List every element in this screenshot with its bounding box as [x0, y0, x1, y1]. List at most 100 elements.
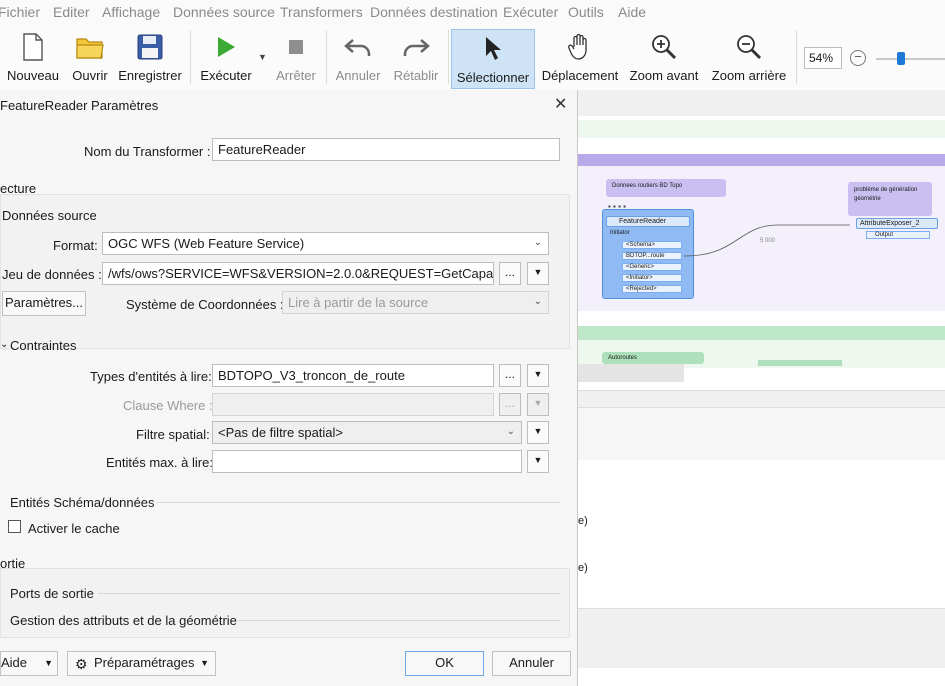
redo-button[interactable]: Rétablir: [390, 28, 442, 86]
undo-button[interactable]: Annuler: [332, 28, 384, 86]
spatial-filter-label: Filtre spatial:: [136, 427, 210, 442]
new-button[interactable]: Nouveau: [6, 28, 60, 86]
folder-icon: [76, 38, 104, 59]
cancel-button[interactable]: Annuler: [492, 651, 571, 676]
zoom-level-field[interactable]: 54%: [804, 47, 842, 69]
zoom-slider-track[interactable]: [876, 58, 945, 60]
max-menu-button[interactable]: ▼: [527, 450, 549, 473]
dataset-browse-button[interactable]: ...: [499, 262, 521, 285]
stop-button[interactable]: Arrêter: [272, 28, 320, 86]
menu-editer[interactable]: Editer: [53, 4, 90, 20]
transformer-name-input[interactable]: FeatureReader: [212, 138, 560, 161]
zoom-in-icon: [652, 35, 677, 60]
undo-label: Annuler: [335, 68, 381, 83]
undo-icon: [344, 39, 371, 56]
run-button[interactable]: Exécuter: [198, 28, 254, 86]
attributeexposer-node[interactable]: AttributeExposer_2: [856, 218, 938, 229]
menu-outils[interactable]: Outils: [568, 4, 604, 20]
open-label: Ouvrir: [72, 68, 108, 83]
format-label: Format:: [53, 238, 98, 253]
run-label: Exécuter: [200, 68, 252, 83]
crs-label: Système de Coordonnées :: [126, 297, 284, 312]
log-toolbar-area: [578, 408, 945, 460]
format-select[interactable]: OGC WFS (Web Feature Service) ⌄: [102, 232, 549, 255]
save-button[interactable]: Enregistrer: [118, 28, 182, 86]
menu-donnees-source[interactable]: Données source: [173, 4, 275, 20]
spatial-menu-button[interactable]: ▼: [527, 421, 549, 444]
name-label: Nom du Transformer :: [84, 144, 211, 159]
presets-button[interactable]: ⚙ Préparamétrages ▼: [67, 651, 216, 676]
zoom-slider-thumb[interactable]: [897, 52, 905, 65]
crs-placeholder: Lire à partir de la source: [288, 295, 429, 310]
select-label: Sélectionner: [456, 70, 530, 85]
types-menu-button[interactable]: ▼: [527, 364, 549, 387]
menu-aide[interactable]: Aide: [618, 4, 646, 20]
spatial-filter-select[interactable]: <Pas de filtre spatial> ⌄: [212, 421, 522, 444]
spatial-filter-value: <Pas de filtre spatial>: [218, 425, 344, 440]
expand-arrow-icon[interactable]: ⌄: [0, 339, 8, 350]
log-header: [578, 390, 945, 408]
run-dropdown-icon[interactable]: ▼: [258, 52, 267, 62]
dataset-label: Jeu de données :: [2, 267, 102, 282]
canvas-scroll-area[interactable]: [578, 364, 684, 382]
toolbar-separator: [448, 30, 449, 84]
cache-checkbox[interactable]: [8, 520, 21, 533]
toolbar-separator: [796, 30, 797, 84]
log-text-1: e): [578, 515, 588, 527]
new-file-icon: [23, 33, 43, 61]
toolbar: Nouveau Ouvrir Enregistrer Exécuter ▼ Ar…: [0, 24, 945, 90]
menu-affichage[interactable]: Affichage: [102, 4, 160, 20]
attribute-handling-label[interactable]: Gestion des attributs et de la géométrie: [10, 613, 237, 628]
dataset-menu-button[interactable]: ▼: [527, 262, 549, 285]
help-button[interactable]: Aide ▼: [0, 651, 58, 676]
chevron-down-icon: ⌄: [533, 237, 542, 248]
log-text-2: e): [578, 562, 588, 574]
exposer-port-output[interactable]: Output: [866, 231, 930, 239]
hand-pan-icon: [568, 33, 587, 60]
zoom-in-button[interactable]: Zoom avant: [628, 28, 700, 86]
types-browse-button[interactable]: ...: [499, 364, 521, 387]
dialog-title: FeatureReader Paramètres: [0, 98, 159, 113]
crs-select[interactable]: Lire à partir de la source ⌄: [282, 291, 549, 314]
open-button[interactable]: Ouvrir: [68, 28, 112, 86]
where-label: Clause Where :: [123, 398, 213, 413]
divider: [238, 620, 560, 621]
stop-icon: [289, 40, 303, 54]
divider: [98, 593, 560, 594]
zoom-out-icon: [737, 35, 762, 60]
feature-types-input[interactable]: BDTOPO_V3_troncon_de_route: [212, 364, 494, 387]
schema-label[interactable]: Entités Schéma/données: [10, 495, 155, 510]
zoom-in-label: Zoom avant: [629, 68, 699, 83]
params-button[interactable]: Paramètres...: [2, 291, 86, 316]
redo-label: Rétablir: [393, 68, 439, 83]
where-browse-button[interactable]: ...: [499, 393, 521, 416]
close-icon[interactable]: ✕: [554, 94, 567, 114]
output-ports-label[interactable]: Ports de sortie: [10, 586, 94, 601]
pan-button[interactable]: Déplacement: [540, 28, 620, 86]
cursor-arrow-icon: [486, 37, 501, 60]
zoom-out-button[interactable]: Zoom arrière: [710, 28, 788, 86]
menu-executer[interactable]: Exécuter: [503, 4, 558, 20]
gear-icon: ⚙: [75, 656, 88, 672]
select-button[interactable]: Sélectionner: [451, 29, 535, 89]
dataset-input[interactable]: /wfs/ows?SERVICE=WFS&VERSION=2.0.0&REQUE…: [102, 262, 494, 285]
bookmark-highways[interactable]: Autoroutes: [602, 352, 704, 364]
play-icon: [218, 37, 235, 57]
menu-transformers[interactable]: Transformers: [280, 4, 363, 20]
zoom-decrease-icon[interactable]: −: [850, 50, 866, 66]
ok-button[interactable]: OK: [405, 651, 484, 676]
log-panel: [578, 460, 945, 608]
where-clause-input[interactable]: [212, 393, 494, 416]
max-features-input[interactable]: [212, 450, 522, 473]
menu-fichier[interactable]: Fichier: [0, 4, 40, 20]
menu-bar: Fichier Editer Affichage Données source …: [0, 0, 945, 24]
where-menu-button[interactable]: ▼: [527, 393, 549, 416]
workspace-canvas[interactable]: Donnees routiers BD Topo problème de gén…: [578, 90, 945, 686]
link-count-label: 5 000: [760, 238, 776, 244]
constraints-label[interactable]: Contraintes: [10, 338, 76, 353]
toolbar-separator: [326, 30, 327, 84]
menu-donnees-destination[interactable]: Données destination: [370, 4, 498, 20]
source-group-label[interactable]: Données source: [2, 208, 97, 223]
help-dropdown-icon: ▼: [44, 658, 53, 668]
chevron-down-icon: ⌄: [533, 296, 542, 307]
